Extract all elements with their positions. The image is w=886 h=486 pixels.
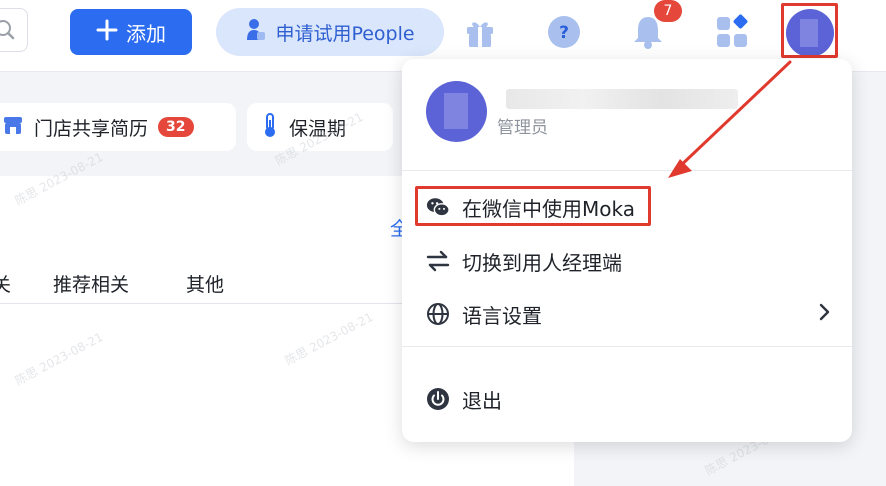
trial-button-label: 申请试用People <box>275 22 415 45</box>
swap-icon <box>426 249 450 273</box>
wechat-highlight-box <box>415 186 651 226</box>
svg-text:?: ? <box>559 23 569 43</box>
tab-divider <box>0 303 410 304</box>
notification-badge: 7 <box>654 0 682 22</box>
search-icon <box>0 20 17 44</box>
thermometer-icon <box>261 112 279 143</box>
avatar-image <box>444 93 468 129</box>
tab-recommend-related[interactable]: 推荐相关 <box>53 270 129 297</box>
plus-icon <box>96 19 118 46</box>
store-icon <box>2 114 24 141</box>
tab-related[interactable]: 关 <box>0 270 11 297</box>
add-button-label: 添加 <box>126 21 166 46</box>
person-icon <box>245 18 266 47</box>
apps-grid-icon[interactable] <box>712 12 752 52</box>
menu-item-language[interactable]: 语言设置 <box>426 296 830 332</box>
user-dropdown-menu: 管理员 在微信中使用Moka 切换到用人经理端 语言设置 退出 <box>402 59 852 442</box>
help-icon[interactable]: ? <box>544 12 584 52</box>
avatar-highlight-box <box>781 3 838 58</box>
menu-item-switch-hiring-manager[interactable]: 切换到用人经理端 <box>426 243 826 279</box>
chevron-right-icon <box>818 302 830 327</box>
menu-item-label: 退出 <box>462 388 502 413</box>
profile-name-redacted <box>506 89 738 109</box>
menu-item-label: 语言设置 <box>462 303 542 328</box>
menu-item-label: 切换到用人经理端 <box>462 250 622 275</box>
profile-avatar <box>426 81 487 142</box>
power-icon <box>426 387 450 411</box>
gift-icon[interactable] <box>460 12 500 52</box>
add-button[interactable]: 添加 <box>70 9 192 55</box>
tab-other[interactable]: 其他 <box>186 270 224 297</box>
trial-people-button[interactable]: 申请试用People <box>216 8 444 56</box>
menu-divider <box>402 170 852 171</box>
menu-divider <box>402 346 852 347</box>
globe-icon <box>426 302 450 326</box>
menu-item-logout[interactable]: 退出 <box>426 381 826 417</box>
chip-label: 门店共享简历 <box>34 117 149 140</box>
search-box[interactable] <box>0 8 28 52</box>
profile-role: 管理员 <box>497 118 548 138</box>
chip-store-shared-resumes[interactable]: 门店共享简历 32 <box>0 103 236 151</box>
count-badge: 32 <box>158 117 194 137</box>
